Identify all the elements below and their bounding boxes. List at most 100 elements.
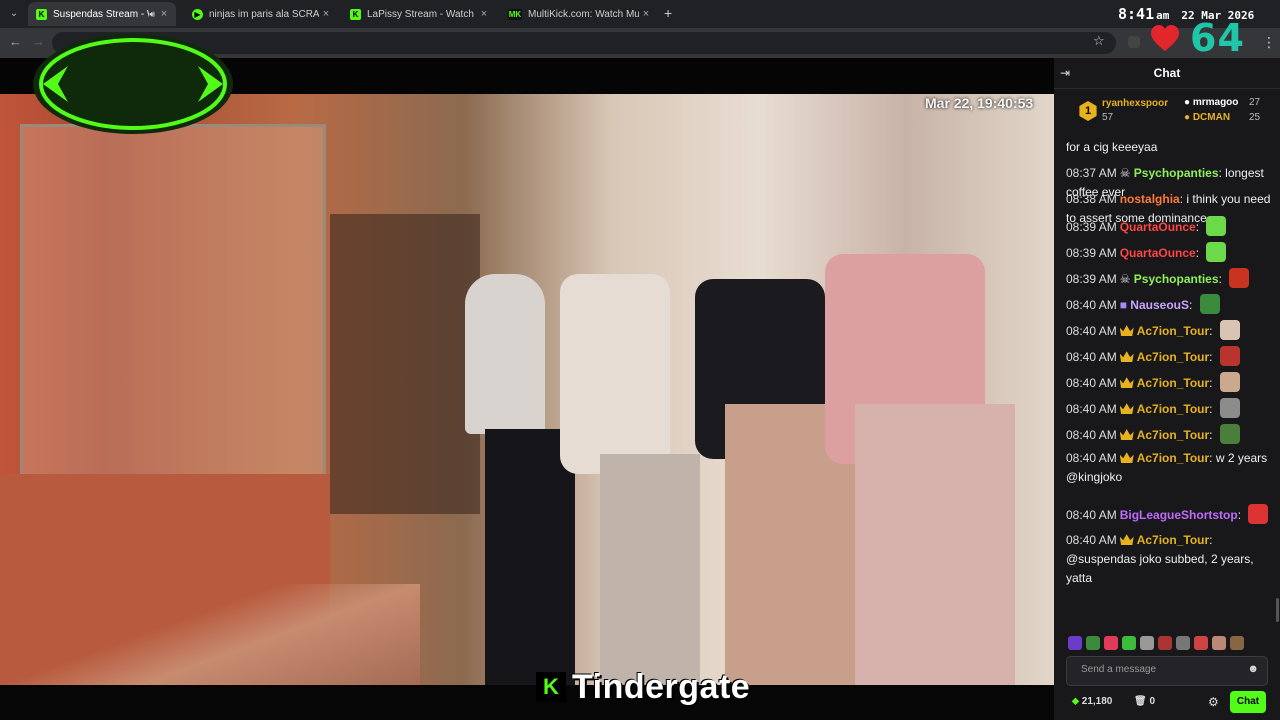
emote-icon[interactable] [1086, 636, 1100, 650]
state-of-kick-logo [33, 34, 233, 134]
channel-points[interactable]: ⬥ 21,180 [1072, 696, 1112, 707]
emoji-picker-icon[interactable]: ☻ [1247, 663, 1259, 675]
multikick-icon: MK [508, 8, 522, 20]
extension-icon[interactable] [1128, 36, 1140, 48]
gifter-name-text: mrmagoo [1192, 97, 1239, 108]
emote-icon[interactable] [1122, 636, 1136, 650]
face-1-emote-icon [1219, 320, 1240, 340]
menu-kebab-icon[interactable]: ⋮ [1262, 34, 1276, 51]
mario-emote-icon [1248, 504, 1269, 524]
message-timestamp: 08:39 AM [1066, 220, 1117, 234]
gifter-name-text: DCMAN [1192, 112, 1231, 123]
chat-settings-gear-icon[interactable]: ⚙ [1208, 695, 1219, 709]
gifter-name[interactable]: ● mrmagoo [1184, 97, 1238, 108]
saved-value: 0 [1149, 696, 1156, 707]
emote-icon[interactable] [1104, 636, 1118, 650]
close-tab-icon[interactable]: × [639, 8, 653, 20]
emote-icon[interactable] [1176, 636, 1190, 650]
bookmark-star-icon[interactable]: ☆ [1093, 33, 1105, 49]
emote-icon[interactable] [1230, 636, 1244, 650]
speaker-icon[interactable]: 🔊︎ [149, 9, 155, 20]
chat-message: 08:40 AM Ac7ion_Tour: @suspendas joko sub… [1066, 531, 1276, 588]
chat-title: Chat [1153, 66, 1181, 80]
gifter-name[interactable]: ● DCMAN [1184, 112, 1230, 123]
gifter-count: 27 [1249, 97, 1261, 108]
colon: : [1209, 350, 1216, 364]
message-timestamp: 08:38 AM [1066, 192, 1117, 206]
tab-title: LaPissy Stream - Watch Live on [367, 8, 477, 20]
message-timestamp: 08:39 AM [1066, 272, 1117, 286]
saved-counter[interactable]: 🗑︎ 0 [1134, 696, 1155, 707]
message-username[interactable]: Ac7ion_Tour [1137, 350, 1209, 364]
message-timestamp: 08:37 AM [1066, 166, 1117, 180]
message-username[interactable]: Ac7ion_Tour [1137, 402, 1209, 416]
message-username[interactable]: Ac7ion_Tour [1137, 428, 1209, 442]
close-tab-icon[interactable]: × [157, 8, 171, 20]
crown-badge-icon [1119, 403, 1134, 414]
message-username[interactable]: Ac7ion_Tour [1137, 376, 1209, 390]
message-username[interactable]: QuartaOunce [1120, 220, 1196, 234]
chat-message-input[interactable]: Send a message ☻ [1066, 656, 1268, 686]
emote-icon[interactable] [1068, 636, 1082, 650]
face-2-emote-icon [1219, 346, 1240, 366]
colon: : [1218, 272, 1226, 286]
mannequin [465, 274, 545, 434]
counter-overlay: 64 [1190, 16, 1245, 60]
streamer-hand [0, 584, 420, 685]
send-chat-button[interactable]: Chat [1230, 691, 1266, 713]
back-icon[interactable]: ← [9, 34, 22, 49]
clock-ampm: am [1156, 9, 1170, 22]
video-timestamp: Mar 22, 19:40:53 [925, 95, 1034, 111]
emote-icon[interactable] [1140, 636, 1154, 650]
message-username[interactable]: Psychopanties [1134, 272, 1219, 286]
message-username[interactable]: Ac7ion_Tour [1137, 324, 1209, 338]
chat-message: 08:39 AM QuartaOunce: [1066, 216, 1276, 237]
gifter-name[interactable]: ryanhexspoor [1102, 98, 1168, 109]
message-username[interactable]: Psychopanties [1134, 166, 1219, 180]
message-timestamp: 08:40 AM [1066, 508, 1117, 522]
message-username[interactable]: NauseouS [1130, 298, 1189, 312]
chat-panel: ⇥ Chat 1 ryanhexspoor 57 ● mrmagoo 27 ● … [1054, 58, 1280, 720]
chat-scrollbar[interactable] [1276, 598, 1279, 622]
message-username[interactable]: BigLeagueShortstop [1120, 508, 1238, 522]
message-timestamp: 08:40 AM [1066, 533, 1117, 547]
skull-badge-icon: ☠ [1119, 272, 1134, 286]
colon: : [1209, 324, 1216, 338]
gifter-count: 57 [1102, 112, 1114, 123]
chat-message: 08:40 AM BigLeagueShortstop: [1066, 504, 1276, 525]
tab-ninjas[interactable]: ▶ ninjas im paris ala SCRABSNYC × [184, 2, 338, 26]
tab-lapissy[interactable]: K LaPissy Stream - Watch Live on × [342, 2, 496, 26]
close-tab-icon[interactable]: × [319, 8, 333, 20]
face-4-emote-icon [1219, 398, 1240, 418]
emote-icon[interactable] [1158, 636, 1172, 650]
chat-message: 08:40 AM ■ NauseouS: [1066, 294, 1276, 315]
video-letterbox-bottom [0, 685, 1054, 720]
crown-badge-icon [1119, 351, 1134, 362]
chat-input-placeholder: Send a message [1081, 664, 1157, 675]
new-tab-button[interactable]: + [664, 5, 678, 21]
close-tab-icon[interactable]: × [477, 8, 491, 20]
green-blob-emote-icon [1206, 242, 1227, 262]
message-username[interactable]: Ac7ion_Tour [1137, 533, 1209, 547]
message-username[interactable]: nostalghia [1120, 192, 1180, 206]
pepe-emote-icon [1199, 294, 1220, 314]
heart-icon [1151, 25, 1179, 51]
message-username[interactable]: QuartaOunce [1120, 246, 1196, 260]
mannequin-skirt-black [485, 429, 575, 685]
video-player[interactable] [0, 94, 1054, 685]
chat-message: 08:40 AM Ac7ion_Tour: [1066, 424, 1276, 445]
message-username[interactable]: Ac7ion_Tour [1137, 451, 1209, 465]
face-5-emote-icon [1219, 424, 1240, 444]
tab-title: Suspendas Stream - Watch [53, 8, 149, 20]
colon: : [1237, 508, 1245, 522]
tab-search-icon[interactable]: ⌄ [6, 6, 22, 22]
emote-icon[interactable] [1212, 636, 1226, 650]
tab-multikick[interactable]: MK MultiKick.com: Watch Multiple × [500, 2, 658, 26]
trash-icon: 🗑︎ [1134, 696, 1150, 707]
sub-badge-icon: ■ [1119, 298, 1131, 312]
emote-icon[interactable] [1194, 636, 1208, 650]
crown-badge-icon [1119, 377, 1134, 388]
tab-suspendas[interactable]: K Suspendas Stream - Watch 🔊︎ × [28, 2, 176, 26]
skull-badge-icon: ☠ [1119, 166, 1134, 180]
quick-emote-row [1068, 636, 1244, 652]
